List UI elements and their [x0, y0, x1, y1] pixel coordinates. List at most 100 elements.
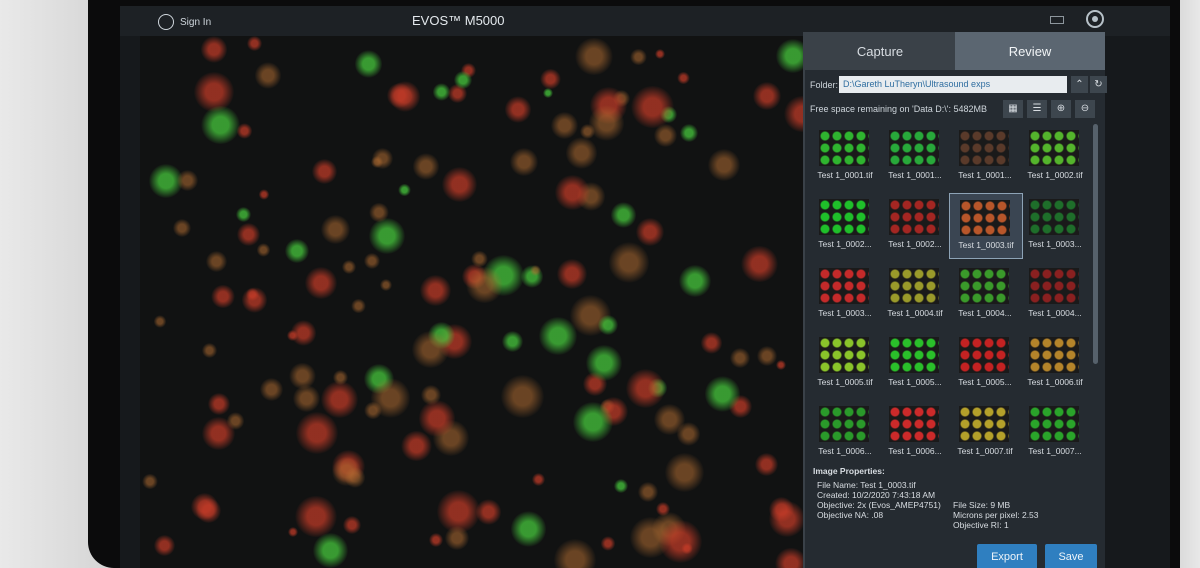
thumbnail-image	[1029, 268, 1079, 304]
cell-blob	[287, 330, 299, 341]
cell-blob	[600, 536, 616, 551]
sign-in-label: Sign In	[180, 16, 212, 28]
cell-blob	[659, 519, 702, 563]
thumbnail[interactable]: Test 1_0005...	[949, 331, 1021, 395]
thumbnail[interactable]: Test 1_0007...	[1019, 400, 1091, 464]
thumbnail-image	[1029, 199, 1079, 235]
gear-icon[interactable]	[1086, 10, 1104, 28]
thumbnail-image	[1029, 406, 1079, 442]
cell-blob	[236, 123, 253, 139]
thumbnail-image	[819, 337, 869, 373]
cell-blob	[321, 381, 359, 418]
save-button[interactable]: Save	[1045, 544, 1097, 568]
cell-blob	[259, 377, 283, 402]
folder-row: Folder: D:\Gareth LuTheryn\Ultrasound ex…	[805, 76, 1107, 96]
cell-blob	[173, 218, 192, 238]
cell-blob	[420, 275, 452, 307]
refresh-icon[interactable]: ↻	[1090, 76, 1107, 93]
thumbnail[interactable]: Test 1_0006...	[879, 400, 951, 464]
thumbnail-label: Test 1_0005...	[958, 377, 1012, 387]
thumbnail[interactable]: Test 1_0002...	[879, 193, 951, 257]
thumbnail[interactable]: Test 1_0002...	[809, 193, 881, 257]
thumbnail-label: Test 1_0002.tif	[1027, 170, 1083, 180]
thumbnail[interactable]: Test 1_0005.tif	[809, 331, 881, 395]
thumbnail-image	[819, 406, 869, 442]
folder-path-input[interactable]: D:\Gareth LuTheryn\Ultrasound exps	[839, 76, 1067, 93]
thumbnail[interactable]: Test 1_0001.tif	[809, 124, 881, 188]
cell-blob	[708, 148, 741, 182]
thumbnail-image	[819, 268, 869, 304]
cell-blob	[370, 378, 411, 418]
cell-blob	[681, 542, 693, 554]
thumbnail[interactable]: Test 1_0005...	[879, 331, 951, 395]
thumbnail-label: Test 1_0007.tif	[957, 446, 1013, 456]
cell-blob	[679, 264, 711, 297]
cell-blob	[775, 547, 803, 568]
cell-blob	[542, 87, 553, 98]
thumbnail[interactable]: Test 1_0004.tif	[879, 262, 951, 326]
thumbnail[interactable]: Test 1_0001...	[949, 124, 1021, 188]
cell-blob	[471, 251, 488, 268]
folder-label: Folder:	[810, 80, 839, 90]
list-view-icon[interactable]: ☰	[1027, 100, 1047, 118]
thumbnail-image	[959, 337, 1009, 373]
cell-blob	[341, 259, 356, 274]
cell-blob	[176, 169, 198, 191]
chevron-up-icon[interactable]: ⌃	[1071, 76, 1088, 93]
cell-blob	[676, 422, 701, 446]
cell-blob	[445, 526, 470, 551]
thumbnail[interactable]: Test 1_0004...	[949, 262, 1021, 326]
cell-blob	[557, 259, 587, 290]
thumbnail-label: Test 1_0006...	[818, 446, 872, 456]
thumbnail[interactable]: Test 1_0001...	[879, 124, 951, 188]
thumbnail-image	[889, 130, 939, 166]
cell-blob	[210, 284, 235, 309]
thumbnail-label: Test 1_0004...	[1028, 308, 1082, 318]
cell-blob	[254, 62, 282, 89]
cell-blob	[201, 105, 240, 145]
cell-blob	[354, 50, 383, 78]
cell-blob	[475, 499, 502, 525]
created: Created: 10/2/2020 7:43:18 AM	[817, 490, 936, 500]
cell-blob	[754, 453, 778, 477]
grid-view-icon[interactable]: ▦	[1003, 100, 1023, 118]
thumbnail-label: Test 1_0001.tif	[817, 170, 873, 180]
cell-blob	[554, 539, 596, 568]
cell-blob	[574, 37, 613, 76]
thumbnail[interactable]: Test 1_0003.tif	[949, 193, 1023, 259]
cell-blob	[412, 330, 450, 368]
cell-blob	[412, 152, 440, 180]
zoom-out-icon[interactable]: ⊖	[1075, 100, 1095, 118]
thumbnail-label: Test 1_0004...	[958, 308, 1012, 318]
thumbnail-scrollbar[interactable]	[1093, 124, 1098, 364]
cell-blob	[193, 71, 234, 112]
thumbnail[interactable]: Test 1_0003...	[809, 262, 881, 326]
user-icon	[158, 14, 174, 30]
thumbnail[interactable]: Test 1_0003...	[1019, 193, 1091, 257]
cell-blob	[784, 95, 803, 133]
thumbnail-image	[959, 130, 1009, 166]
cell-blob	[597, 314, 618, 335]
tab-capture[interactable]: Capture	[805, 32, 955, 70]
thumbnail[interactable]: Test 1_0002.tif	[1019, 124, 1091, 188]
thumbnail-label: Test 1_0006.tif	[1027, 377, 1083, 387]
thumbnail[interactable]: Test 1_0006...	[809, 400, 881, 464]
zoom-in-icon[interactable]: ⊕	[1051, 100, 1071, 118]
cell-blob	[342, 515, 361, 535]
cell-blob	[368, 218, 405, 255]
image-viewer[interactable]	[140, 36, 803, 568]
cell-blob	[504, 96, 532, 123]
cell-blob	[608, 242, 650, 284]
cell-blob	[741, 245, 778, 283]
cell-blob	[589, 105, 625, 141]
thumbnail-image	[1029, 130, 1079, 166]
sign-in-button[interactable]: Sign In	[158, 14, 211, 30]
thumbnail[interactable]: Test 1_0007.tif	[949, 400, 1021, 464]
tab-review[interactable]: Review	[955, 32, 1105, 70]
export-button[interactable]: Export	[977, 544, 1037, 568]
thumbnail[interactable]: Test 1_0004...	[1019, 262, 1091, 326]
objective-ri: Objective RI: 1	[953, 520, 1009, 530]
thumbnail-label: Test 1_0007...	[1028, 446, 1082, 456]
cell-blob	[369, 202, 389, 223]
thumbnail[interactable]: Test 1_0006.tif	[1019, 331, 1091, 395]
